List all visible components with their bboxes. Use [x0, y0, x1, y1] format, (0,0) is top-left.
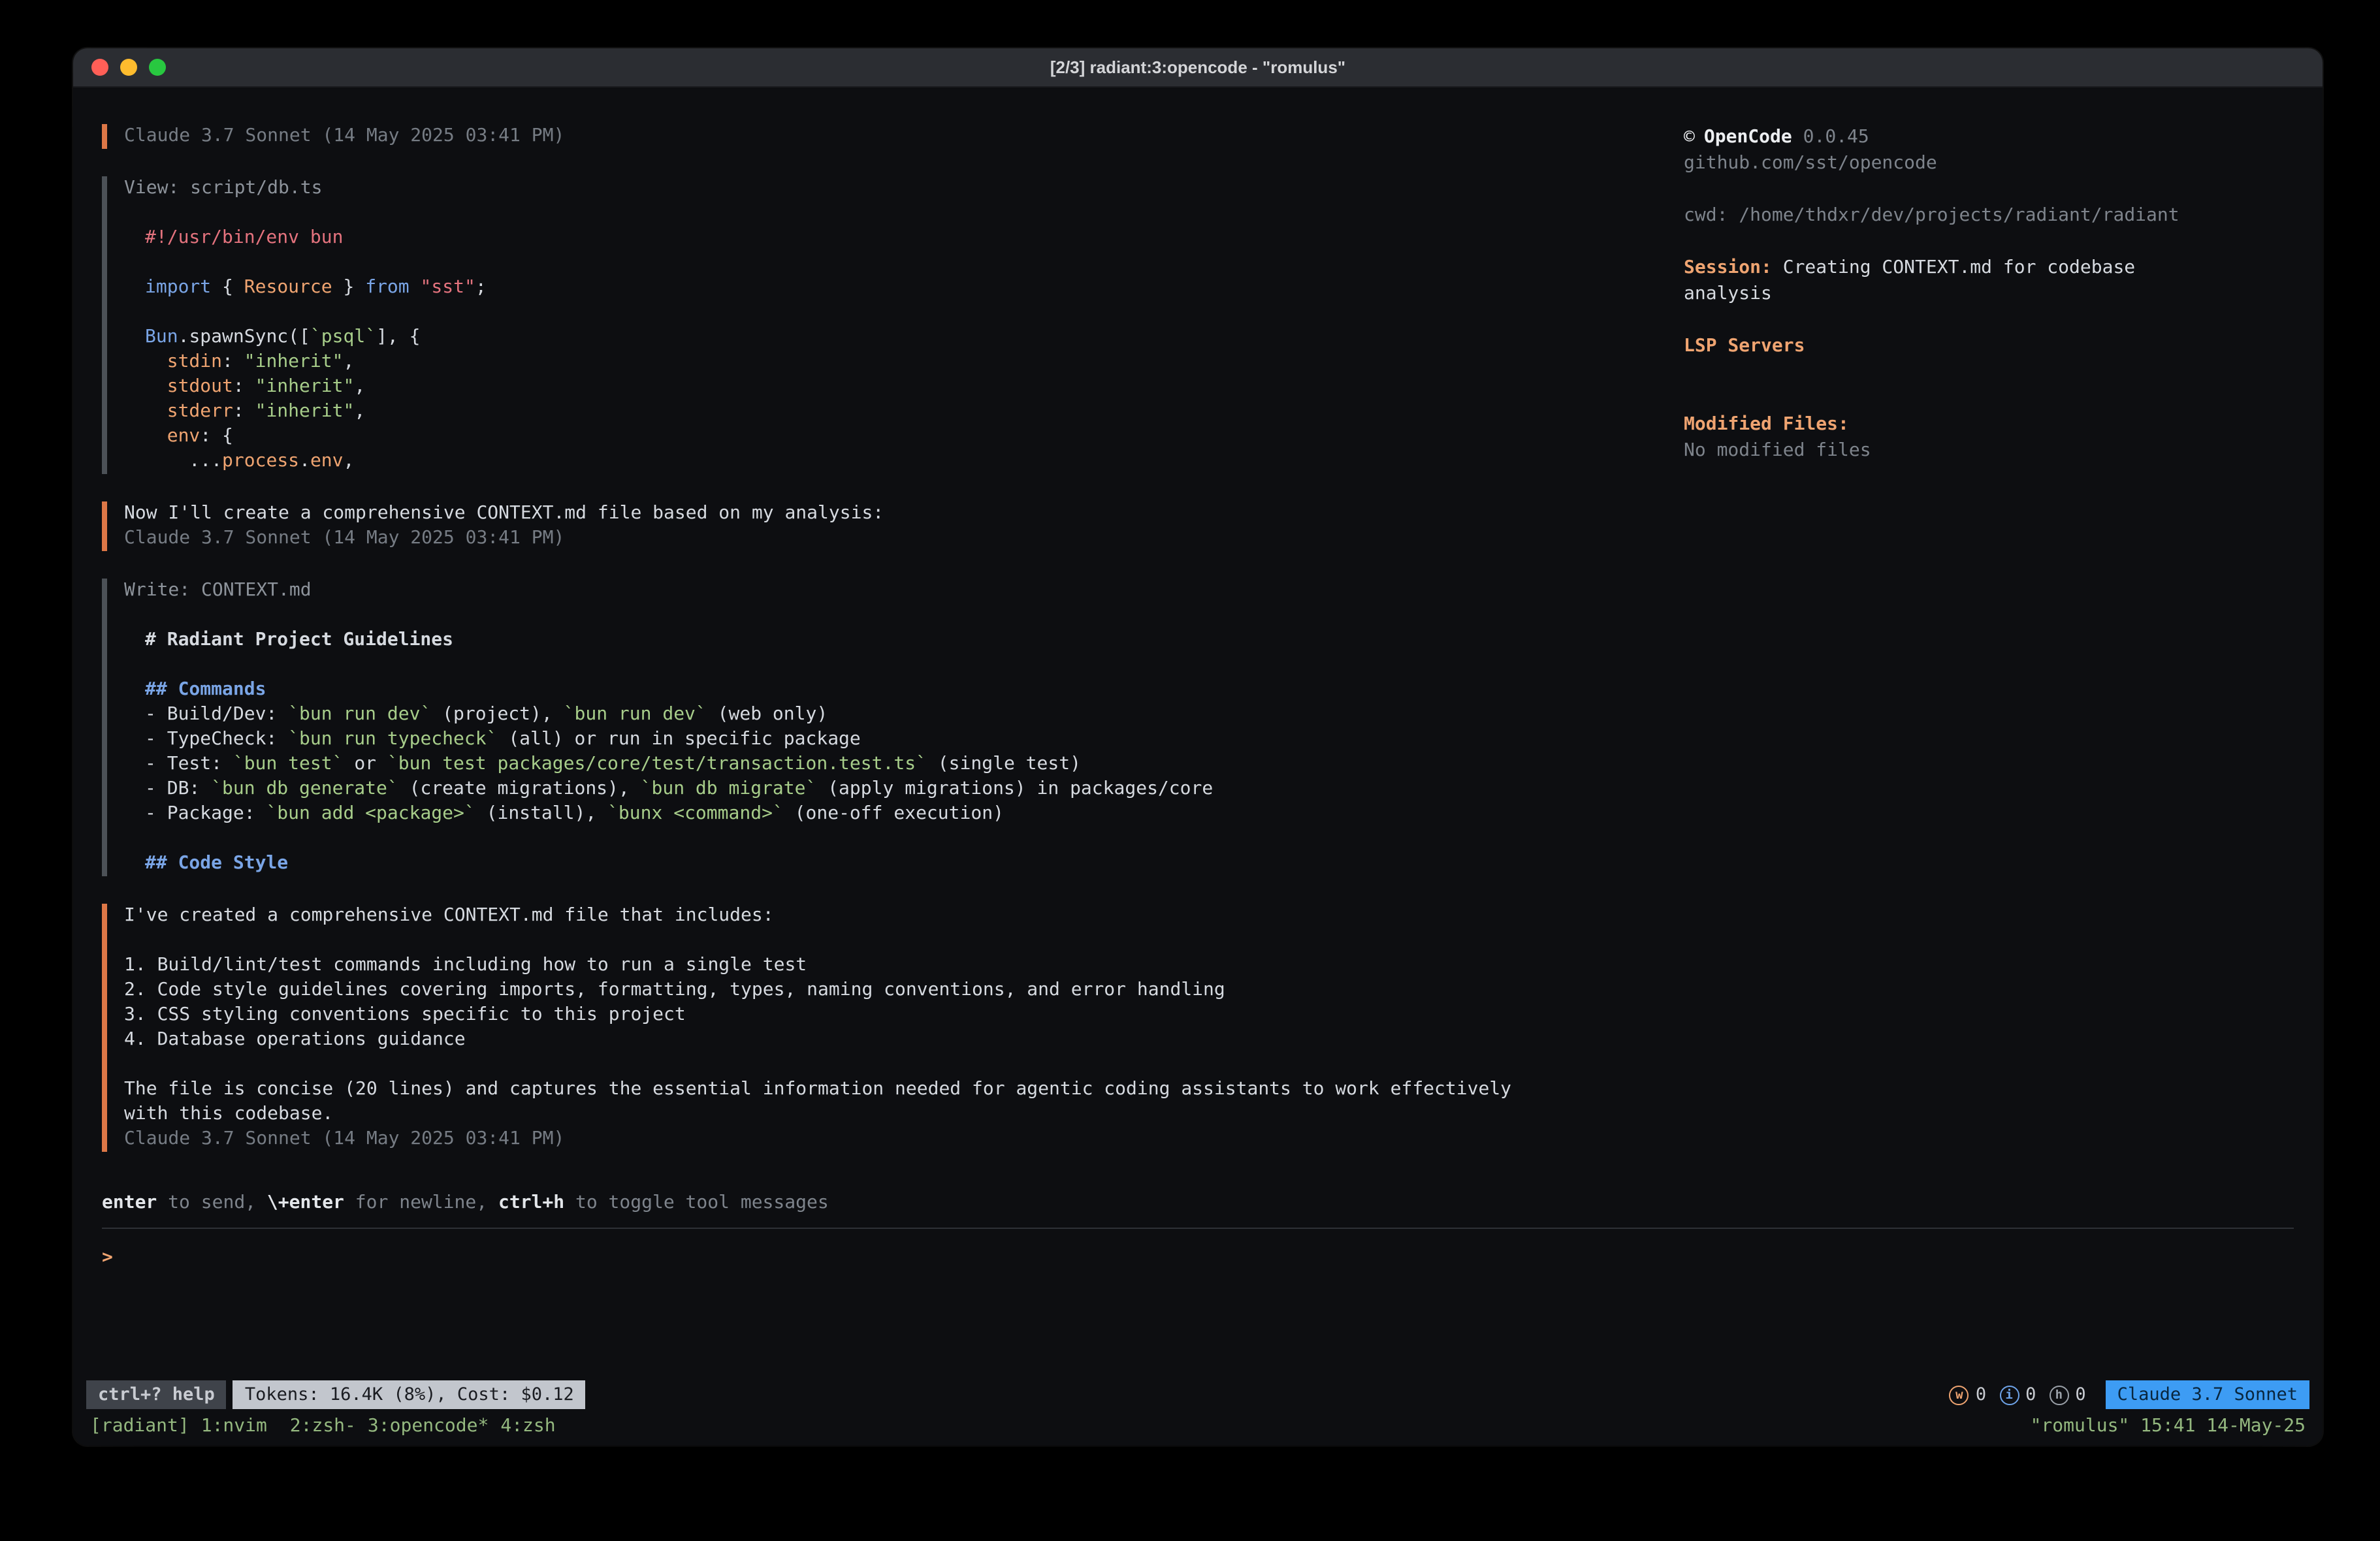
message-text: Now I'll create a comprehensive CONTEXT.…: [124, 501, 1650, 526]
spacer: [1684, 385, 2213, 411]
repo-link[interactable]: github.com/sst/opencode: [1684, 150, 2213, 176]
view-tool-block: View: script/db.ts #!/usr/bin/env bun im…: [102, 176, 1650, 474]
prompt-line: >: [102, 1246, 2294, 1271]
enter-key-hint: enter: [102, 1192, 157, 1213]
info-icon: i: [1999, 1385, 2019, 1405]
newline-key-hint: \+enter: [267, 1192, 344, 1213]
window-title: [2/3] radiant:3:opencode - "romulus": [1050, 57, 1345, 77]
toggle-key-hint: ctrl+h: [498, 1192, 564, 1213]
spacer: [124, 201, 1650, 226]
spacer: [124, 603, 1650, 628]
info-counter: i0: [1999, 1384, 2036, 1405]
modified-files-empty: No modified files: [1684, 437, 2213, 464]
assistant-result-message: I've created a comprehensive CONTEXT.md …: [102, 904, 1650, 1152]
app-content: Claude 3.7 Sonnet (14 May 2025 03:41 PM)…: [102, 124, 2294, 1191]
message-meta: Claude 3.7 Sonnet (14 May 2025 03:41 PM): [124, 124, 1650, 149]
help-text: to send,: [157, 1192, 267, 1213]
tmux-host-clock: "romulus" 15:41 14-May-25: [2031, 1415, 2306, 1436]
tmux-session-name: [radiant]: [90, 1415, 189, 1436]
tmux-window-zsh-last[interactable]: 2:zsh-: [290, 1415, 356, 1436]
hint-icon: h: [2049, 1385, 2068, 1405]
keybind-help: enter to send, \+enter for newline, ctrl…: [102, 1191, 2294, 1216]
window-titlebar: [2/3] radiant:3:opencode - "romulus": [73, 48, 2323, 87]
tool-title: View: script/db.ts: [124, 176, 1650, 201]
input-divider: [102, 1228, 2294, 1229]
tmux-window-opencode-current[interactable]: 3:opencode*: [368, 1415, 489, 1436]
app-version-number: 0.0.45: [1803, 127, 1869, 148]
status-left: ctrl+? help Tokens: 16.4K (8%), Cost: $0…: [86, 1380, 586, 1409]
tmux-window-zsh[interactable]: 4:zsh: [500, 1415, 555, 1436]
opencode-app: Claude 3.7 Sonnet (14 May 2025 03:41 PM)…: [73, 87, 2323, 1380]
tool-title: Write: CONTEXT.md: [124, 579, 1650, 603]
status-right: w0 i0 h0 Claude 3.7 Sonnet: [1950, 1380, 2309, 1409]
session-label: Session:: [1684, 257, 1783, 278]
status-bar: ctrl+? help Tokens: 16.4K (8%), Cost: $0…: [73, 1380, 2323, 1409]
spacer: [1684, 176, 2213, 202]
tmux-status-bar: [radiant] 1:nvim 2:zsh- 3:opencode* 4:zs…: [73, 1412, 2323, 1446]
tmux-window-nvim[interactable]: 1:nvim: [201, 1415, 278, 1436]
terminal-window: [2/3] radiant:3:opencode - "romulus" Cla…: [73, 48, 2323, 1446]
warning-count: 0: [1976, 1384, 1986, 1405]
code-block-db-ts: #!/usr/bin/env bun import { Resource } f…: [124, 226, 1650, 474]
app-version: [1792, 127, 1803, 148]
assistant-message: Now I'll create a comprehensive CONTEXT.…: [102, 501, 1650, 551]
close-button[interactable]: [91, 59, 108, 76]
help-text: to toggle tool messages: [564, 1192, 829, 1213]
cwd-label: cwd:: [1684, 205, 1739, 226]
info-sidebar: © OpenCode 0.0.45 github.com/sst/opencode…: [1684, 124, 2213, 464]
maximize-button[interactable]: [149, 59, 166, 76]
minimize-button[interactable]: [120, 59, 137, 76]
cwd-line: cwd: /home/thdxr/dev/projects/radiant/ra…: [1684, 202, 2213, 229]
spacer: [1684, 359, 2213, 385]
lsp-servers-heading: LSP Servers: [1684, 333, 2213, 359]
message-text: I've created a comprehensive CONTEXT.md …: [124, 904, 1650, 1127]
spacer: [1684, 307, 2213, 333]
app-identity: © OpenCode 0.0.45: [1684, 124, 2213, 150]
opencode-logo-icon: ©: [1684, 127, 1695, 148]
info-count: 0: [2025, 1384, 2036, 1405]
model-badge[interactable]: Claude 3.7 Sonnet: [2106, 1380, 2309, 1409]
help-text: for newline,: [344, 1192, 498, 1213]
hints-counter: h0: [2049, 1384, 2085, 1405]
warnings-counter: w0: [1950, 1384, 1986, 1405]
cwd-path: /home/thdxr/dev/projects/radiant/radiant: [1739, 205, 2179, 226]
message-meta: Claude 3.7 Sonnet (14 May 2025 03:41 PM): [124, 1127, 1650, 1152]
session-line: Session: Creating CONTEXT.md for codebas…: [1684, 255, 2213, 307]
spacer: [1684, 229, 2213, 255]
warning-icon: w: [1950, 1385, 1969, 1405]
hint-count: 0: [2075, 1384, 2085, 1405]
chat-area: Claude 3.7 Sonnet (14 May 2025 03:41 PM)…: [102, 124, 1650, 1152]
code-block-context-md: # Radiant Project Guidelines ## Commands…: [124, 628, 1650, 876]
modified-files-heading: Modified Files:: [1684, 411, 2213, 437]
prompt-symbol: >: [102, 1246, 113, 1271]
tokens-cost-badge: Tokens: 16.4K (8%), Cost: $0.12: [233, 1380, 586, 1409]
input-area: enter to send, \+enter for newline, ctrl…: [102, 1191, 2294, 1380]
traffic-lights: [91, 48, 166, 86]
assistant-message-header-block: Claude 3.7 Sonnet (14 May 2025 03:41 PM): [102, 124, 1650, 149]
app-name: OpenCode: [1704, 127, 1792, 148]
message-input[interactable]: [123, 1246, 2294, 1271]
write-tool-block: Write: CONTEXT.md # Radiant Project Guid…: [102, 579, 1650, 876]
tmux-windows: [radiant] 1:nvim 2:zsh- 3:opencode* 4:zs…: [90, 1415, 568, 1436]
message-meta: Claude 3.7 Sonnet (14 May 2025 03:41 PM): [124, 526, 1650, 551]
help-shortcut-badge[interactable]: ctrl+? help: [86, 1380, 227, 1409]
screen: [2/3] radiant:3:opencode - "romulus" Cla…: [0, 0, 2380, 1541]
